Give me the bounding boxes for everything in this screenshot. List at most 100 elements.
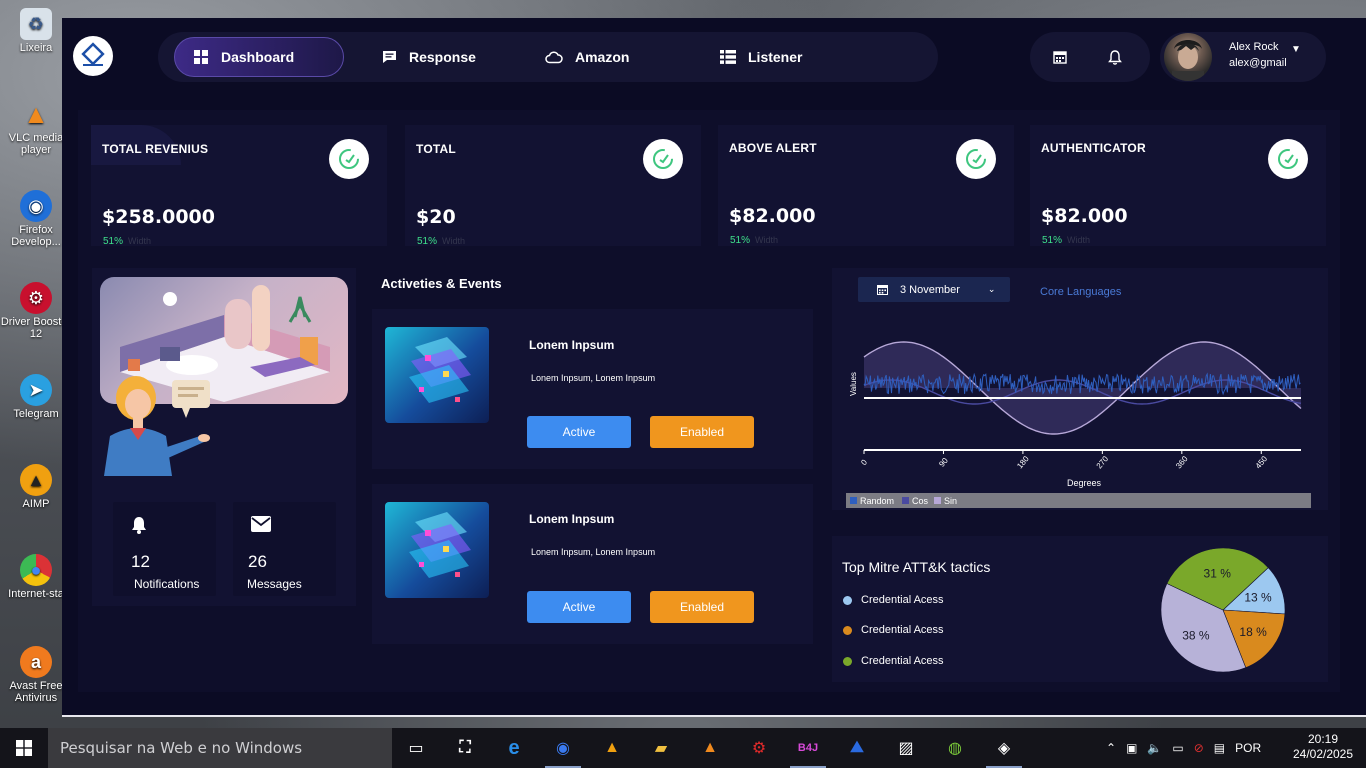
store-icon[interactable]: ⛶ (445, 728, 485, 768)
legend-swatch-sin (934, 497, 941, 504)
nav-tab-response[interactable]: Response (382, 37, 476, 77)
core-languages-link[interactable]: Core Languages (1040, 286, 1121, 298)
stat-card-above-alert: ABOVE ALERT $82.000 51% Width (718, 125, 1014, 246)
x-axis-label: Degrees (1067, 478, 1102, 488)
nav-tab-listener[interactable]: Listener (720, 37, 802, 77)
legend-label-random[interactable]: Random (860, 496, 894, 506)
event-card: Lonem Inpsum Lonem Inpsum, Lonem Inpsum … (372, 309, 813, 469)
stat-card-authenticator: AUTHENTICATOR $82.000 51% Width (1030, 125, 1326, 246)
firefox-icon[interactable]: ◉ (543, 728, 583, 768)
dashboard-app-icon[interactable]: ◈ (984, 728, 1024, 768)
wave-chart-panel: 3 November ⌄ Core Languages Values Degre… (832, 268, 1328, 510)
enabled-button[interactable]: Enabled (650, 591, 754, 623)
recycle-bin-icon: ♻ (20, 8, 52, 40)
vlc-icon[interactable]: ▲ (690, 728, 730, 768)
chameleon-icon[interactable]: ◍ (935, 728, 975, 768)
notifications-button[interactable] (1105, 47, 1125, 67)
x-tick-label: 450 (1254, 454, 1270, 470)
dashboard-content: TOTAL REVENIUS $258.0000 51% Width TOTAL… (78, 110, 1340, 692)
system-tray: ⌃ ▣ 🔈 ▭ ⊘ ▤ POR (1106, 728, 1261, 768)
x-tick-label: 180 (1015, 454, 1031, 470)
media-icon[interactable]: ▣ (1126, 741, 1137, 755)
mitre-tactics-panel: Top Mitre ATT&K tactics Credential Acess… (832, 536, 1328, 682)
app-icon[interactable]: ⛰ (837, 728, 877, 768)
calendar-icon (1053, 51, 1067, 64)
wave-line-chart: Values Degrees 0 90 180 270 360 450 Random Co… (846, 341, 1311, 508)
mitre-pie-chart: 13 % 18 % 38 % 31 % (1160, 547, 1286, 673)
language-indicator[interactable]: POR (1235, 741, 1261, 755)
event-thumbnail (385, 327, 489, 423)
chevron-down-icon: ⌄ (987, 284, 996, 294)
legend-label-cos[interactable]: Cos (912, 496, 929, 506)
edge-icon[interactable]: e (494, 728, 534, 768)
avatar (1164, 33, 1212, 81)
volume-icon[interactable]: 🔈 (1147, 741, 1162, 755)
chat-icon (383, 51, 396, 63)
pie-legend-item[interactable]: Credential Acess (843, 594, 944, 606)
network-icon[interactable]: ⊘ (1194, 741, 1204, 755)
aimp-icon: ▲ (20, 464, 52, 496)
taskbar-clock[interactable]: 20:19 24/02/2025 (1288, 732, 1358, 762)
telegram-icon: ➤ (20, 374, 52, 406)
enabled-button[interactable]: Enabled (650, 416, 754, 448)
driver-booster-icon: ⚙ (20, 282, 52, 314)
nav-tab-amazon[interactable]: Amazon (545, 37, 629, 77)
taskbar-search-input[interactable]: Pesquisar na Web e no Windows (48, 728, 392, 768)
active-button[interactable]: Active (527, 591, 631, 623)
aimp-icon[interactable]: ▲ (592, 728, 632, 768)
desktop-icon-column: ♻ Lixeira ▲ VLC media player ◉ Firefox D… (0, 0, 71, 728)
calendar-button[interactable] (1050, 47, 1070, 67)
bell-icon (132, 517, 146, 534)
user-name: Alex Rock (1229, 41, 1279, 53)
task-view-icon[interactable]: ▭ (396, 728, 436, 768)
quick-actions (1030, 32, 1150, 82)
isometric-tech-illustration (409, 337, 471, 403)
legend-label-sin[interactable]: Sin (944, 496, 957, 506)
logo-icon (81, 42, 105, 66)
driver-booster-icon[interactable]: ⚙ (739, 728, 779, 768)
refresh-badge-icon (643, 139, 683, 179)
user-menu[interactable]: Alex Rock alex@gmail ▼ (1160, 32, 1326, 82)
chrome-icon: ● (20, 554, 52, 586)
user-email: alex@gmail (1229, 57, 1287, 69)
b4j-icon[interactable]: B4J (788, 728, 828, 768)
pie-legend-item[interactable]: Credential Acess (843, 655, 944, 667)
welcome-panel: 12 Notifications 26 Messages (92, 268, 356, 606)
chevron-up-icon[interactable]: ⌃ (1106, 741, 1116, 755)
top-bar: Dashboard Response Amazon Listener Alex … (62, 18, 1366, 110)
list-icon (720, 50, 736, 64)
nav-tab-dashboard[interactable]: Dashboard (174, 37, 344, 77)
active-button[interactable]: Active (527, 416, 631, 448)
legend-dot-green (843, 656, 852, 666)
pie-slice-label: 18 % (1239, 625, 1267, 639)
chevron-down-icon[interactable]: ▼ (1291, 44, 1301, 55)
avast-icon: a (20, 646, 52, 678)
legend-swatch-cos (902, 497, 909, 504)
legend-dot-blue (843, 595, 852, 605)
pie-slice-label: 13 % (1244, 590, 1272, 604)
envelope-icon (251, 516, 271, 532)
app-logo[interactable] (73, 36, 113, 76)
dashboard-window: Dashboard Response Amazon Listener Alex … (62, 18, 1366, 717)
refresh-badge-icon (1268, 139, 1308, 179)
isometric-tech-illustration (409, 512, 471, 578)
date-picker[interactable]: 3 November ⌄ (858, 277, 1010, 302)
battery-icon[interactable]: ▭ (1172, 741, 1183, 755)
pie-legend-item[interactable]: Credential Acess (843, 624, 944, 636)
keyboard-icon[interactable]: ▤ (1214, 741, 1225, 755)
calendar-icon (877, 285, 888, 295)
firefox-icon: ◉ (20, 190, 52, 222)
stat-card-total: TOTAL $20 51% Width (405, 125, 701, 247)
pie-slice-label: 31 % (1204, 566, 1232, 580)
refresh-badge-icon (956, 139, 996, 179)
notifications-summary[interactable]: 12 Notifications (113, 502, 216, 596)
activities-title: Activeties & Events (381, 276, 502, 291)
file-explorer-icon[interactable]: ▰ (641, 728, 681, 768)
x-tick-label: 360 (1174, 454, 1190, 470)
x-tick-label: 270 (1095, 454, 1111, 470)
start-button[interactable] (0, 728, 48, 768)
windows-logo-icon (16, 740, 32, 756)
avatar-portrait-icon (1172, 40, 1204, 81)
messages-summary[interactable]: 26 Messages (233, 502, 336, 596)
photos-icon[interactable]: ▨ (886, 728, 926, 768)
